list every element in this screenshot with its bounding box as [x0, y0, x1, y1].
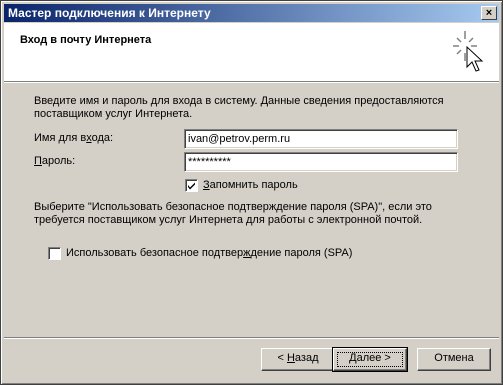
password-field[interactable]	[184, 152, 458, 172]
page-title: Вход в почту Интернета	[20, 34, 152, 46]
wizard-window: Мастер подключения к Интернету × Вход в …	[0, 0, 503, 385]
username-label: Имя для входа:	[34, 132, 114, 144]
spa-note-text: Выберите "Использовать безопасное подтве…	[34, 201, 432, 226]
wizard-header: Вход в почту Интернета	[4, 23, 499, 81]
footer-separator	[4, 337, 499, 339]
intro-text: Введите имя и пароль для входа в систему…	[34, 95, 444, 120]
next-button[interactable]: Далее >	[332, 347, 408, 372]
password-label: Пароль:	[34, 155, 76, 167]
window-title: Мастер подключения к Интернету	[8, 6, 211, 20]
title-bar[interactable]: Мастер подключения к Интернету ×	[4, 4, 499, 22]
header-separator	[4, 81, 499, 83]
remember-password-label[interactable]: Запомнить пароль	[203, 179, 298, 191]
focus-rectangle	[337, 352, 403, 367]
back-button[interactable]: < Назад	[261, 348, 335, 371]
wizard-wand-icon	[451, 27, 491, 77]
cancel-button[interactable]: Отмена	[417, 348, 491, 371]
spa-label[interactable]: Использовать безопасное подтверждение па…	[66, 247, 352, 259]
spa-checkbox[interactable]	[48, 247, 61, 260]
checkmark-icon	[188, 182, 195, 190]
username-field[interactable]	[184, 129, 458, 149]
close-button[interactable]: ×	[481, 6, 497, 20]
remember-password-checkbox[interactable]	[185, 179, 198, 192]
